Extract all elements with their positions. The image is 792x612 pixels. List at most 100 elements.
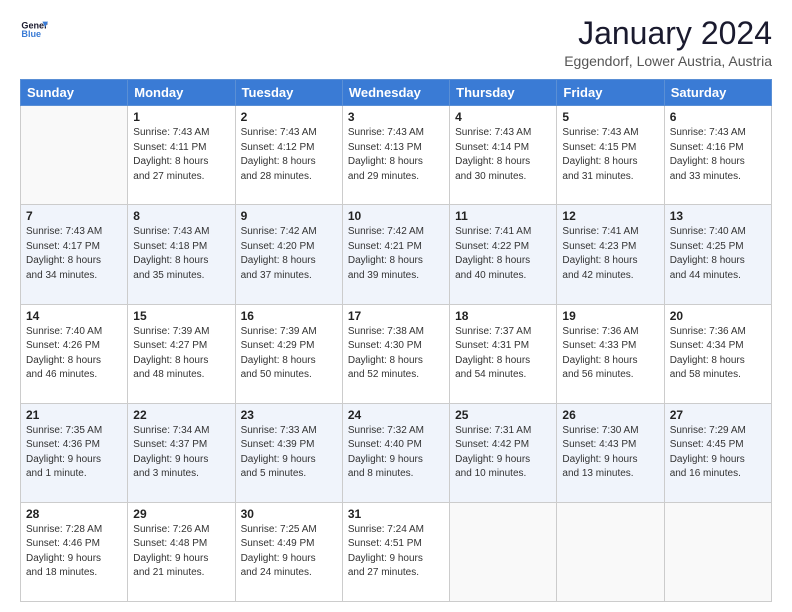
table-row: 26 Sunrise: 7:30 AM Sunset: 4:43 PM Dayli…: [557, 403, 664, 502]
week-row: 21 Sunrise: 7:35 AM Sunset: 4:36 PM Dayli…: [21, 403, 772, 502]
day-info: Sunrise: 7:41 AM Sunset: 4:22 PM Dayligh…: [455, 225, 551, 283]
day-number: 1: [133, 110, 229, 124]
day-number: 30: [241, 507, 337, 521]
page-subtitle: Eggendorf, Lower Austria, Austria: [564, 53, 772, 69]
day-number: 20: [670, 309, 766, 323]
table-row: [557, 502, 664, 601]
day-number: 27: [670, 408, 766, 422]
day-info: Sunrise: 7:24 AM Sunset: 4:51 PM Dayligh…: [348, 523, 444, 581]
day-number: 28: [26, 507, 122, 521]
day-info: Sunrise: 7:26 AM Sunset: 4:48 PM Dayligh…: [133, 523, 229, 581]
day-info: Sunrise: 7:43 AM Sunset: 4:18 PM Dayligh…: [133, 225, 229, 283]
col-tuesday: Tuesday: [235, 80, 342, 106]
day-number: 17: [348, 309, 444, 323]
day-info: Sunrise: 7:36 AM Sunset: 4:34 PM Dayligh…: [670, 325, 766, 383]
week-row: 7 Sunrise: 7:43 AM Sunset: 4:17 PM Daylig…: [21, 205, 772, 304]
table-row: 28 Sunrise: 7:28 AM Sunset: 4:46 PM Dayli…: [21, 502, 128, 601]
day-info: Sunrise: 7:29 AM Sunset: 4:45 PM Dayligh…: [670, 424, 766, 482]
day-number: 11: [455, 209, 551, 223]
table-row: 18Sunrise: 7:37 AM Sunset: 4:31 PM Dayli…: [450, 304, 557, 403]
day-info: Sunrise: 7:25 AM Sunset: 4:49 PM Dayligh…: [241, 523, 337, 581]
day-info: Sunrise: 7:34 AM Sunset: 4:37 PM Dayligh…: [133, 424, 229, 482]
day-info: Sunrise: 7:28 AM Sunset: 4:46 PM Dayligh…: [26, 523, 122, 581]
day-number: 24: [348, 408, 444, 422]
day-info: Sunrise: 7:43 AM Sunset: 4:11 PM Dayligh…: [133, 126, 229, 184]
day-number: 6: [670, 110, 766, 124]
week-row: 1 Sunrise: 7:43 AM Sunset: 4:11 PM Daylig…: [21, 106, 772, 205]
day-info: Sunrise: 7:38 AM Sunset: 4:30 PM Dayligh…: [348, 325, 444, 383]
table-row: 3 Sunrise: 7:43 AM Sunset: 4:13 PM Daylig…: [342, 106, 449, 205]
title-block: January 2024 Eggendorf, Lower Austria, A…: [564, 16, 772, 69]
table-row: 8 Sunrise: 7:43 AM Sunset: 4:18 PM Daylig…: [128, 205, 235, 304]
table-row: 5Sunrise: 7:43 AM Sunset: 4:15 PM Daylig…: [557, 106, 664, 205]
day-number: 26: [562, 408, 658, 422]
day-info: Sunrise: 7:39 AM Sunset: 4:29 PM Dayligh…: [241, 325, 337, 383]
calendar-table: Sunday Monday Tuesday Wednesday Thursday…: [20, 79, 772, 602]
table-row: 14 Sunrise: 7:40 AM Sunset: 4:26 PM Dayli…: [21, 304, 128, 403]
logo-icon: General Blue: [20, 16, 48, 44]
table-row: [664, 502, 771, 601]
col-saturday: Saturday: [664, 80, 771, 106]
day-info: Sunrise: 7:40 AM Sunset: 4:25 PM Dayligh…: [670, 225, 766, 283]
table-row: 15Sunrise: 7:39 AM Sunset: 4:27 PM Dayli…: [128, 304, 235, 403]
calendar-header-row: Sunday Monday Tuesday Wednesday Thursday…: [21, 80, 772, 106]
week-row: 14 Sunrise: 7:40 AM Sunset: 4:26 PM Dayli…: [21, 304, 772, 403]
table-row: 25Sunrise: 7:31 AM Sunset: 4:42 PM Dayli…: [450, 403, 557, 502]
table-row: 29 Sunrise: 7:26 AM Sunset: 4:48 PM Dayli…: [128, 502, 235, 601]
day-info: Sunrise: 7:33 AM Sunset: 4:39 PM Dayligh…: [241, 424, 337, 482]
day-info: Sunrise: 7:43 AM Sunset: 4:14 PM Dayligh…: [455, 126, 551, 184]
logo: General Blue: [20, 16, 48, 44]
table-row: 20 Sunrise: 7:36 AM Sunset: 4:34 PM Dayli…: [664, 304, 771, 403]
table-row: [21, 106, 128, 205]
day-number: 2: [241, 110, 337, 124]
day-number: 29: [133, 507, 229, 521]
day-info: Sunrise: 7:35 AM Sunset: 4:36 PM Dayligh…: [26, 424, 122, 482]
day-number: 12: [562, 209, 658, 223]
col-wednesday: Wednesday: [342, 80, 449, 106]
day-info: Sunrise: 7:43 AM Sunset: 4:12 PM Dayligh…: [241, 126, 337, 184]
day-number: 14: [26, 309, 122, 323]
day-number: 22: [133, 408, 229, 422]
day-info: Sunrise: 7:37 AM Sunset: 4:31 PM Dayligh…: [455, 325, 551, 383]
day-number: 10: [348, 209, 444, 223]
table-row: 9 Sunrise: 7:42 AM Sunset: 4:20 PM Daylig…: [235, 205, 342, 304]
table-row: 4 Sunrise: 7:43 AM Sunset: 4:14 PM Daylig…: [450, 106, 557, 205]
table-row: 13 Sunrise: 7:40 AM Sunset: 4:25 PM Dayli…: [664, 205, 771, 304]
table-row: 2 Sunrise: 7:43 AM Sunset: 4:12 PM Daylig…: [235, 106, 342, 205]
table-row: 31 Sunrise: 7:24 AM Sunset: 4:51 PM Dayli…: [342, 502, 449, 601]
table-row: 16Sunrise: 7:39 AM Sunset: 4:29 PM Dayli…: [235, 304, 342, 403]
table-row: 1 Sunrise: 7:43 AM Sunset: 4:11 PM Daylig…: [128, 106, 235, 205]
page-header: General Blue January 2024 Eggendorf, Low…: [20, 16, 772, 69]
day-number: 13: [670, 209, 766, 223]
day-info: Sunrise: 7:42 AM Sunset: 4:20 PM Dayligh…: [241, 225, 337, 283]
day-info: Sunrise: 7:30 AM Sunset: 4:43 PM Dayligh…: [562, 424, 658, 482]
day-number: 23: [241, 408, 337, 422]
day-info: Sunrise: 7:41 AM Sunset: 4:23 PM Dayligh…: [562, 225, 658, 283]
day-number: 4: [455, 110, 551, 124]
day-number: 25: [455, 408, 551, 422]
day-info: Sunrise: 7:40 AM Sunset: 4:26 PM Dayligh…: [26, 325, 122, 383]
day-number: 3: [348, 110, 444, 124]
table-row: 12 Sunrise: 7:41 AM Sunset: 4:23 PM Dayli…: [557, 205, 664, 304]
table-row: 17 Sunrise: 7:38 AM Sunset: 4:30 PM Dayli…: [342, 304, 449, 403]
day-info: Sunrise: 7:32 AM Sunset: 4:40 PM Dayligh…: [348, 424, 444, 482]
table-row: 23 Sunrise: 7:33 AM Sunset: 4:39 PM Dayli…: [235, 403, 342, 502]
day-info: Sunrise: 7:43 AM Sunset: 4:17 PM Dayligh…: [26, 225, 122, 283]
day-number: 8: [133, 209, 229, 223]
col-thursday: Thursday: [450, 80, 557, 106]
col-monday: Monday: [128, 80, 235, 106]
table-row: 19Sunrise: 7:36 AM Sunset: 4:33 PM Dayli…: [557, 304, 664, 403]
table-row: [450, 502, 557, 601]
day-info: Sunrise: 7:36 AM Sunset: 4:33 PM Dayligh…: [562, 325, 658, 383]
day-info: Sunrise: 7:43 AM Sunset: 4:13 PM Dayligh…: [348, 126, 444, 184]
day-number: 7: [26, 209, 122, 223]
day-number: 21: [26, 408, 122, 422]
table-row: 27 Sunrise: 7:29 AM Sunset: 4:45 PM Dayli…: [664, 403, 771, 502]
table-row: 30 Sunrise: 7:25 AM Sunset: 4:49 PM Dayli…: [235, 502, 342, 601]
table-row: 10Sunrise: 7:42 AM Sunset: 4:21 PM Dayli…: [342, 205, 449, 304]
svg-text:Blue: Blue: [21, 29, 41, 39]
day-number: 31: [348, 507, 444, 521]
day-number: 9: [241, 209, 337, 223]
week-row: 28 Sunrise: 7:28 AM Sunset: 4:46 PM Dayli…: [21, 502, 772, 601]
table-row: 11 Sunrise: 7:41 AM Sunset: 4:22 PM Dayli…: [450, 205, 557, 304]
